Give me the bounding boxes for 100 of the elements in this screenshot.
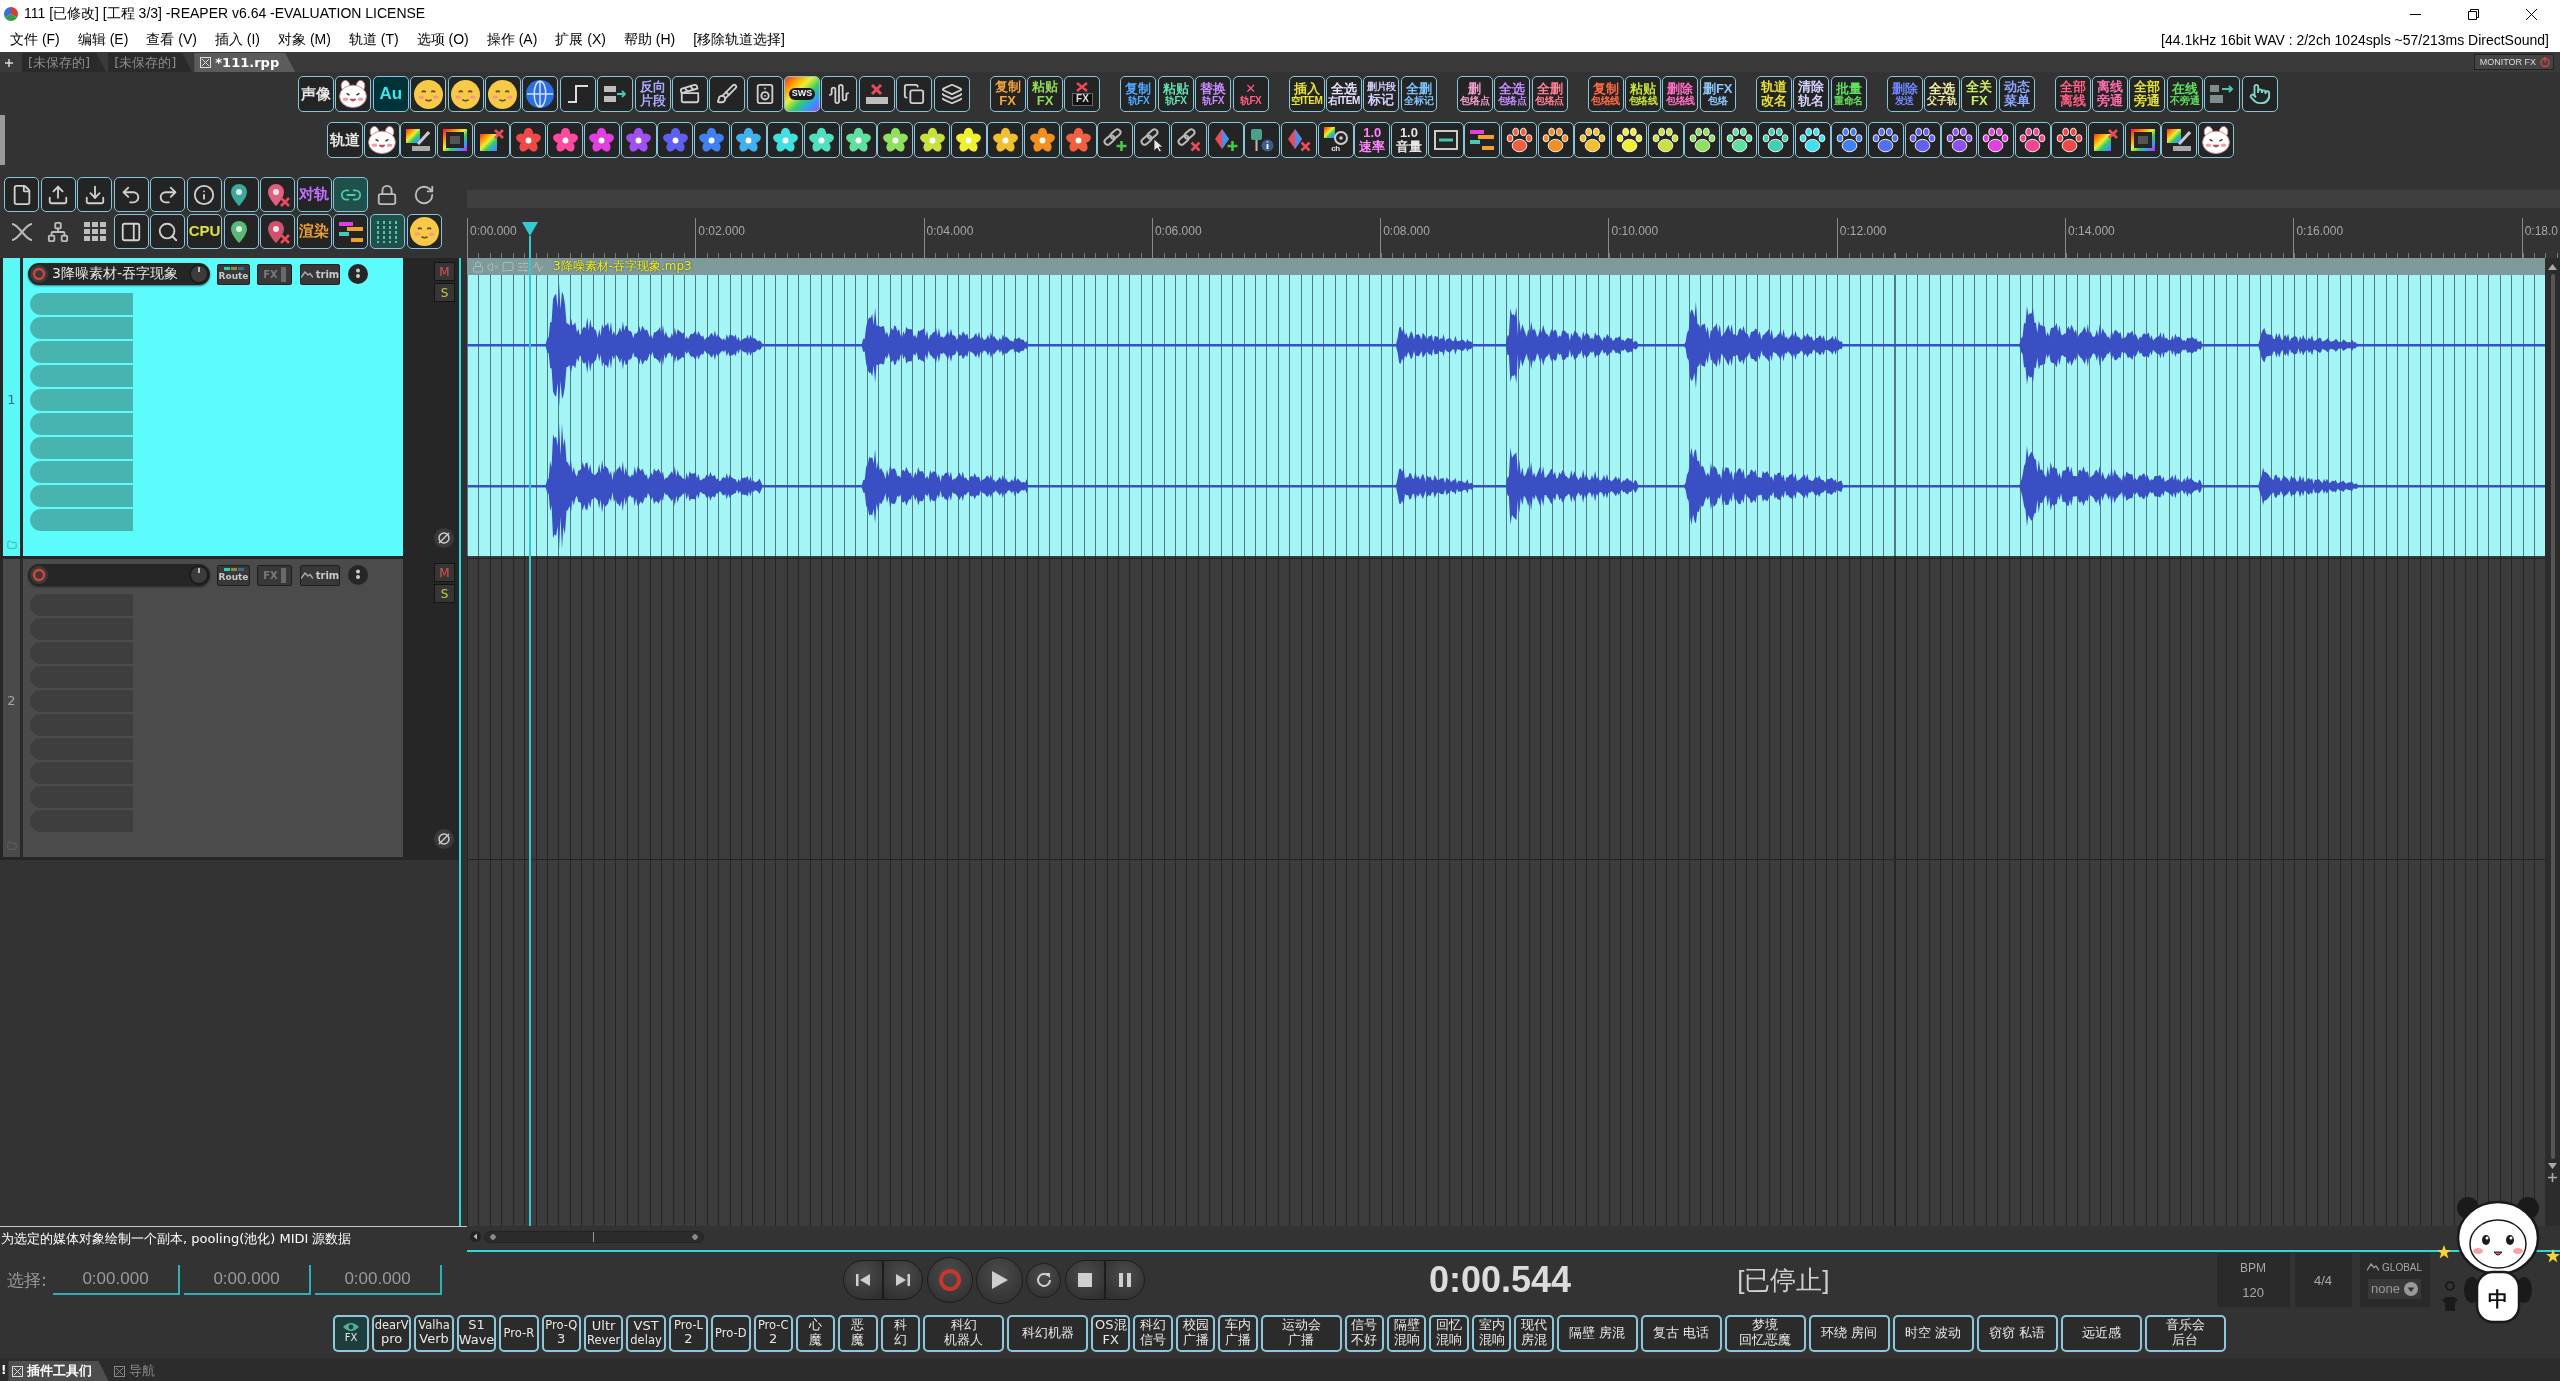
fx-preset-button[interactable]: 音乐会 后台 — [2144, 1314, 2226, 1352]
toolbar-button[interactable] — [1097, 122, 1134, 158]
toolbar-button[interactable] — [335, 76, 372, 112]
repeat-button[interactable] — [1026, 1262, 1061, 1298]
toolbar-button[interactable] — [406, 214, 442, 249]
toolbar-button[interactable]: 全选 父子轨 — [1923, 76, 1960, 112]
project-tab[interactable]: [未保存的] — [22, 53, 107, 72]
toolbar-button[interactable] — [746, 76, 783, 112]
toolbar-button[interactable]: 复制 轨FX — [1120, 76, 1157, 112]
toolbar-button[interactable]: 删除 包络线 — [1662, 76, 1699, 112]
toolbar-button[interactable] — [150, 214, 186, 249]
selection-time-field[interactable]: 0:00.000 — [53, 1265, 180, 1295]
toolbar-button[interactable] — [333, 177, 369, 212]
toolbar-button[interactable] — [671, 76, 708, 112]
track-panel[interactable]: Route FX trim — [23, 559, 403, 857]
menu-item[interactable]: 查看 (V) — [137, 31, 206, 49]
toolbar-button[interactable]: 删 包络点 — [1456, 76, 1493, 112]
zoom-in-icon[interactable] — [2548, 1173, 2557, 1182]
toolbar-button[interactable] — [2204, 76, 2241, 112]
toolbar-button[interactable] — [113, 214, 149, 249]
selection-time-field[interactable]: 0:00.000 — [315, 1265, 442, 1295]
track-options-icon[interactable] — [348, 565, 368, 585]
toolbar-button[interactable] — [400, 122, 437, 158]
menu-item[interactable]: 帮助 (H) — [614, 31, 685, 49]
toolbar-button[interactable] — [260, 214, 296, 249]
track-panel[interactable]: 3降噪素材-吞字现象 Route FX trim — [23, 258, 403, 556]
toolbar-button[interactable] — [186, 177, 222, 212]
toolbar-button[interactable] — [150, 177, 186, 212]
fx-preset-button[interactable]: 复古 电话 — [1640, 1314, 1722, 1352]
toolbar-button[interactable]: 对轨 — [296, 177, 332, 212]
toolbar-button[interactable] — [1134, 122, 1171, 158]
toolbar-grip[interactable] — [0, 115, 5, 165]
toolbar-button[interactable]: 复制 包络线 — [1587, 76, 1624, 112]
menu-item[interactable]: 对象 (M) — [269, 31, 340, 49]
toolbar-button[interactable]: 全关 FX — [1961, 76, 1998, 112]
toolbar-button[interactable]: 离线 旁通 — [2092, 76, 2129, 112]
stop-button[interactable] — [1065, 1260, 1105, 1300]
toolbar-button[interactable] — [2161, 122, 2198, 158]
fx-preset-button[interactable]: OS混 FX — [1091, 1314, 1131, 1352]
toolbar-button[interactable] — [437, 122, 474, 158]
toolbar-button[interactable]: 清除 轨名 — [1793, 76, 1830, 112]
toolbar-button[interactable] — [1207, 122, 1244, 158]
toolbar-button[interactable] — [113, 177, 149, 212]
toolbar-button[interactable]: 插入 空ITEM — [1288, 76, 1325, 112]
toolbar-button[interactable] — [858, 76, 895, 112]
toolbar-button[interactable] — [522, 76, 559, 112]
toolbar-button[interactable] — [223, 214, 259, 249]
fx-preset-button[interactable]: 校园 广播 — [1175, 1314, 1216, 1352]
fx-preset-button[interactable]: Pro-R — [499, 1314, 539, 1352]
menu-item[interactable]: [移除轨道选择] — [684, 31, 794, 49]
toolbar-button[interactable] — [1244, 122, 1281, 158]
scroll-down-icon[interactable] — [2548, 1163, 2557, 1169]
toolbar-button[interactable] — [2198, 122, 2235, 158]
trim-button[interactable]: trim — [300, 263, 340, 285]
fx-preset-button[interactable]: 室内 混响 — [1471, 1314, 1512, 1352]
fx-preset-button[interactable]: 科幻机器 — [1007, 1314, 1089, 1352]
toolbar-button[interactable] — [333, 214, 369, 249]
pause-button[interactable] — [1105, 1260, 1145, 1300]
fx-preset-button[interactable]: Pro-L 2 — [668, 1314, 709, 1352]
menu-item[interactable]: 插入 (I) — [205, 31, 269, 49]
fx-preset-button[interactable]: 车内 广播 — [1218, 1314, 1258, 1352]
toolbar-button[interactable]: 轨道 — [327, 122, 363, 158]
project-tab[interactable]: *111.rpp — [194, 53, 296, 72]
toolbar-button[interactable]: 全选 右ITEM — [1326, 76, 1362, 112]
toolbar-button[interactable] — [484, 76, 521, 112]
solo-button[interactable]: S — [434, 584, 455, 603]
fx-preset-button[interactable]: 隔壁 房混 — [1556, 1314, 1638, 1352]
toolbar-button[interactable]: 替换 轨FX — [1195, 76, 1232, 112]
toolbar-button[interactable] — [1170, 122, 1207, 158]
menu-item[interactable]: 编辑 (E) — [68, 31, 138, 49]
toolbar-button[interactable]: 删FX 包络 — [1699, 76, 1736, 112]
fx-preset-button[interactable]: 梦境 回忆恶魔 — [1724, 1314, 1806, 1352]
fx-preset-button[interactable]: Pro-C 2 — [753, 1314, 793, 1352]
horizontal-scrollbar[interactable] — [484, 1231, 704, 1243]
toolbar-button[interactable]: CPU — [186, 214, 222, 249]
menu-item[interactable]: 操作 (A) — [477, 31, 547, 49]
fx-preset-button[interactable]: 远近感 — [2060, 1314, 2142, 1352]
track-options-icon[interactable] — [348, 264, 368, 284]
fx-preset-button[interactable]: 科 幻 — [880, 1314, 921, 1352]
toolbar-button[interactable] — [2124, 122, 2161, 158]
toolbar-button[interactable] — [1464, 122, 1501, 158]
toolbar-button[interactable]: 1.0 音量 — [1390, 122, 1427, 158]
go-to-start-button[interactable] — [843, 1260, 883, 1300]
toolbar-button[interactable]: 动态 菜单 — [1998, 76, 2035, 112]
toolbar-button[interactable] — [363, 122, 400, 158]
tempo-value[interactable]: 120 — [2242, 1284, 2264, 1300]
toolbar-button[interactable] — [473, 122, 510, 158]
toolbar-button[interactable]: 轨道 改名 — [1755, 76, 1792, 112]
toolbar-button[interactable]: FX — [1064, 76, 1101, 112]
fx-preset-button[interactable]: 隔壁 混响 — [1387, 1314, 1427, 1352]
selection-time-field[interactable]: 0:00.000 — [184, 1265, 311, 1295]
toolbar-button[interactable] — [1427, 122, 1464, 158]
timeline-ruler[interactable]: 0:00.000 0:02.000 0:04.000 0:06.000 0:08.000 0:10.000 0:12.000 0:14.000 0:16.000 0:18.0 — [467, 218, 2560, 258]
toolbar-button[interactable] — [1280, 122, 1317, 158]
play-button[interactable] — [976, 1256, 1023, 1304]
toolbar-button[interactable] — [597, 76, 634, 112]
toolbar-button[interactable]: 全选 包络点 — [1494, 76, 1531, 112]
toolbar-button[interactable]: 全删 全标记 — [1400, 76, 1437, 112]
fx-preset-button[interactable]: dearV pro — [372, 1314, 412, 1352]
toolbar-button[interactable]: 1.0 速率 — [1354, 122, 1391, 158]
